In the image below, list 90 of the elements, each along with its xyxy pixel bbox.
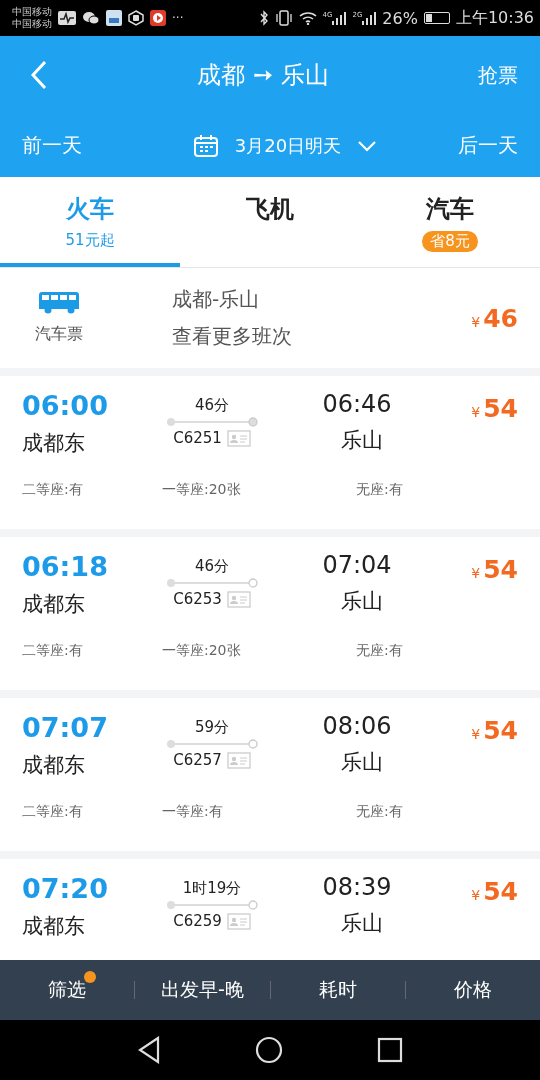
arrival-time: 08:06 xyxy=(322,712,392,740)
app-icon xyxy=(106,10,122,26)
arrival-station: 乐山 xyxy=(341,427,383,454)
seat-availability: 无座:有 xyxy=(355,642,403,660)
seat-availability: 二等座:有 xyxy=(22,803,84,821)
seat-availability: 一等座:20张 xyxy=(162,481,242,499)
tab-label: 飞机 xyxy=(246,194,294,225)
id-card-icon xyxy=(226,912,251,930)
price: 54 xyxy=(483,716,518,745)
more-indicator: ··· xyxy=(172,11,184,25)
sort-button[interactable]: 价格 xyxy=(405,967,540,1013)
bluetooth-icon xyxy=(258,10,269,26)
transport-tab[interactable]: 飞机 xyxy=(180,177,360,267)
duration: 59分 xyxy=(194,718,230,737)
transport-tab[interactable]: 汽车 省8元 xyxy=(360,177,540,267)
seat-availability: 无座:有 xyxy=(355,481,403,499)
savings-badge: 省8元 xyxy=(422,231,478,252)
train-number: C6251 xyxy=(173,429,222,447)
departure-station: 成都东 xyxy=(22,591,86,618)
sort-button[interactable]: 耗时 xyxy=(270,967,405,1013)
back-button[interactable] xyxy=(30,60,48,90)
id-card-icon xyxy=(226,590,251,608)
currency-sign: ¥ xyxy=(471,565,481,581)
home-icon xyxy=(255,1036,283,1064)
price-from: 51元起 xyxy=(65,231,115,250)
arrival-station: 乐山 xyxy=(341,910,383,937)
departure-time: 06:00 xyxy=(22,390,109,421)
arrival-station: 乐山 xyxy=(341,749,383,776)
seat-availability: 一等座:有 xyxy=(162,803,224,821)
carrier-name: 中国移动 xyxy=(12,6,52,18)
clock: 上午10:36 xyxy=(455,7,534,29)
duration: 46分 xyxy=(194,557,230,576)
price: 54 xyxy=(483,394,518,423)
bus-ticket-card[interactable]: 汽车票 成都-乐山 查看更多班次 ¥46 xyxy=(0,268,540,368)
currency-sign: ¥ xyxy=(471,404,481,420)
train-card[interactable]: 06:18 成都东 46分 C6253 07:04 乐山 ¥54 二等座:有 一等座:20张 无座:有 xyxy=(0,537,540,690)
seat-availability: 二等座:有 xyxy=(22,642,84,660)
currency-sign: ¥ xyxy=(471,887,481,903)
chevron-down-icon xyxy=(357,139,378,152)
signal-icon xyxy=(362,11,377,25)
train-number: C6257 xyxy=(173,751,222,769)
sort-button[interactable]: 筛选 xyxy=(0,967,135,1013)
price: 54 xyxy=(483,555,518,584)
currency-sign: ¥ xyxy=(471,726,481,742)
train-card[interactable]: 06:00 成都东 46分 C6251 06:46 乐山 ¥54 二等座:有 一等座:20张 无座:有 xyxy=(0,376,540,529)
sort-button[interactable]: 出发早-晚 xyxy=(135,967,270,1013)
more-trips-text: 查看更多班次 xyxy=(172,323,293,350)
train-card[interactable]: 07:20 成都东 1时19分 C6259 08:39 乐山 ¥54 xyxy=(0,859,540,960)
departure-station: 成都东 xyxy=(22,430,86,457)
tab-label: 火车 xyxy=(66,194,114,225)
id-card-icon xyxy=(226,751,251,769)
arrival-time: 06:46 xyxy=(322,390,392,418)
arrival-time: 07:04 xyxy=(322,551,392,579)
seat-availability: 无座:有 xyxy=(355,803,403,821)
bus-icon xyxy=(38,291,80,314)
signal-icon xyxy=(332,11,347,25)
currency-sign: ¥ xyxy=(471,313,481,330)
train-card[interactable]: 07:07 成都东 59分 C6257 08:06 乐山 ¥54 二等座:有 一等座:有 无座:有 xyxy=(0,698,540,851)
calendar-icon xyxy=(192,133,219,158)
seat-availability: 二等座:有 xyxy=(22,481,84,499)
train-number: C6253 xyxy=(173,590,222,608)
arrival-station: 乐山 xyxy=(341,588,383,615)
route-title: 成都 ➙ 乐山 xyxy=(197,60,329,91)
departure-time: 07:20 xyxy=(22,873,109,904)
price: 54 xyxy=(483,877,518,906)
duration: 1时19分 xyxy=(182,879,242,898)
chat-icon xyxy=(82,11,100,25)
departure-station: 成都东 xyxy=(22,752,86,779)
train-number: C6259 xyxy=(173,912,222,930)
back-icon xyxy=(30,60,48,90)
battery-icon xyxy=(423,12,450,24)
carrier-name: 中国移动 xyxy=(12,18,52,30)
id-card-icon xyxy=(226,429,251,447)
pulse-icon xyxy=(58,11,76,25)
route-text: 成都-乐山 xyxy=(172,286,261,313)
battery-percent: 26% xyxy=(382,8,418,28)
arrival-time: 08:39 xyxy=(322,873,392,901)
departure-time: 07:07 xyxy=(22,712,109,743)
seat-availability: 一等座:20张 xyxy=(162,642,242,660)
back-nav-icon xyxy=(137,1036,161,1064)
wifi-icon xyxy=(298,11,317,25)
bus-ticket-label: 汽车票 xyxy=(35,323,83,345)
play-icon xyxy=(150,10,166,26)
price: 46 xyxy=(483,303,518,333)
departure-time: 06:18 xyxy=(22,551,109,582)
recents-icon xyxy=(377,1037,403,1063)
duration: 46分 xyxy=(194,396,230,415)
tab-label: 汽车 xyxy=(426,194,474,225)
vibrate-icon xyxy=(274,10,293,26)
departure-station: 成都东 xyxy=(22,913,86,940)
